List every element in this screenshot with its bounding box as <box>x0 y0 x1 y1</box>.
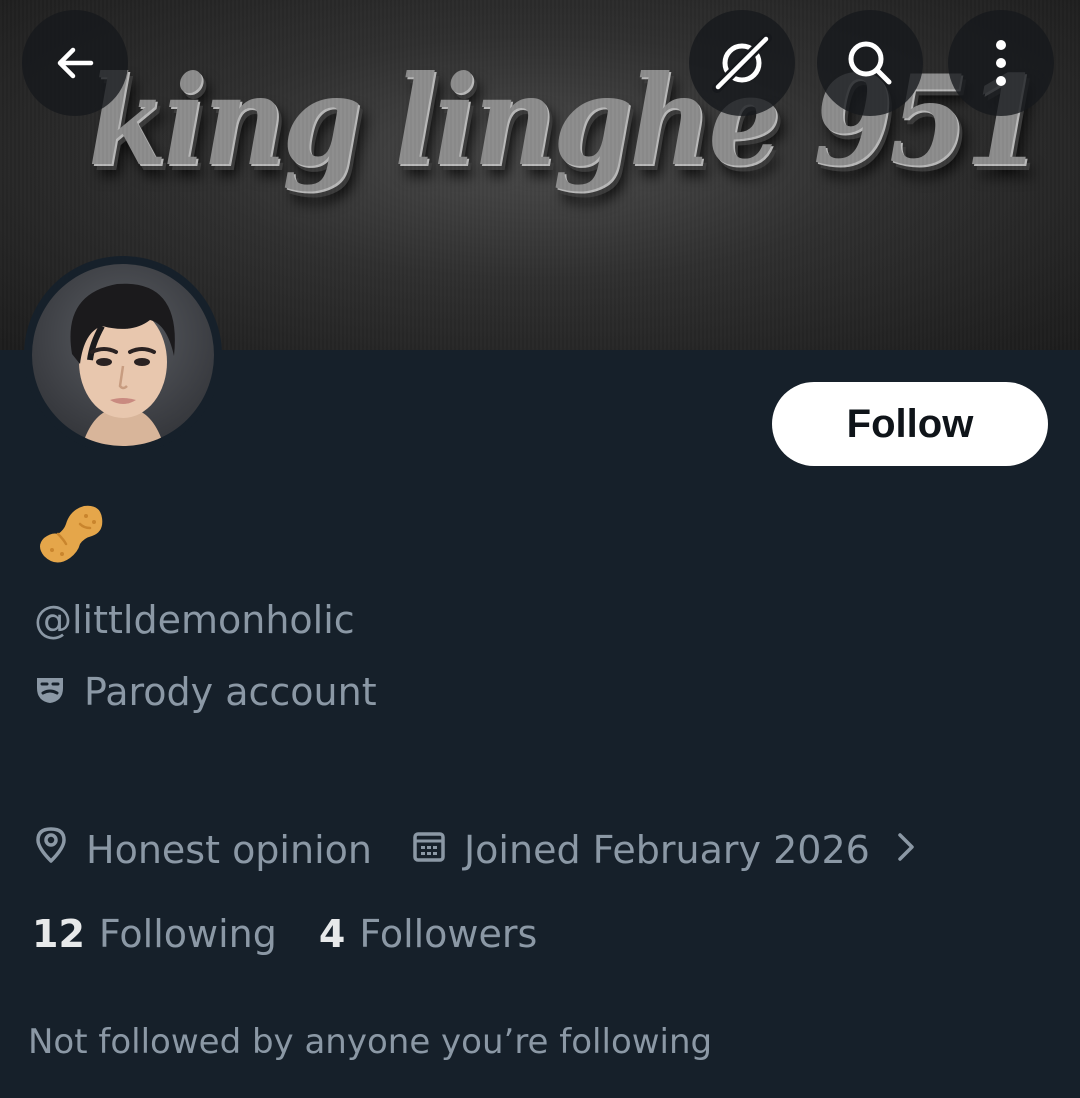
parody-label-text: Parody account <box>84 670 377 714</box>
search-icon <box>842 35 898 91</box>
location-text: Honest opinion <box>86 827 372 872</box>
chevron-right-icon <box>896 828 934 872</box>
followers-count: 4 <box>318 912 346 956</box>
followers-link[interactable]: 4 Followers <box>319 912 537 956</box>
search-button[interactable] <box>817 10 923 116</box>
following-label: Following <box>98 912 277 956</box>
username-handle: @littldemonholic <box>34 598 355 642</box>
mutual-followers-note: Not followed by anyone you’re following <box>28 1022 713 1062</box>
followers-label: Followers <box>359 912 538 956</box>
location-pin-icon <box>34 826 86 873</box>
back-button[interactable] <box>22 10 128 116</box>
following-count: 12 <box>32 912 85 956</box>
grok-button[interactable] <box>689 10 795 116</box>
parody-label: Parody account <box>34 670 377 714</box>
calendar-icon <box>412 828 464 872</box>
grok-icon <box>709 30 775 96</box>
avatar-frame <box>24 256 222 454</box>
profile-meta: Honest opinion Joined February 2026 <box>34 826 934 873</box>
joined-date[interactable]: Joined February 2026 <box>412 828 934 872</box>
theater-masks-icon <box>34 670 84 714</box>
more-options-button[interactable] <box>948 10 1054 116</box>
follow-button[interactable]: Follow <box>772 382 1048 466</box>
peanut-emoji-icon <box>34 505 106 572</box>
avatar[interactable] <box>32 264 214 446</box>
joined-text: Joined February 2026 <box>463 827 870 872</box>
following-link[interactable]: 12 Following <box>32 912 277 956</box>
display-name <box>34 500 106 568</box>
follow-stats: 12 Following 4 Followers <box>32 912 537 956</box>
arrow-left-icon <box>51 39 99 87</box>
location: Honest opinion <box>34 826 372 873</box>
more-vertical-icon <box>991 37 1011 89</box>
